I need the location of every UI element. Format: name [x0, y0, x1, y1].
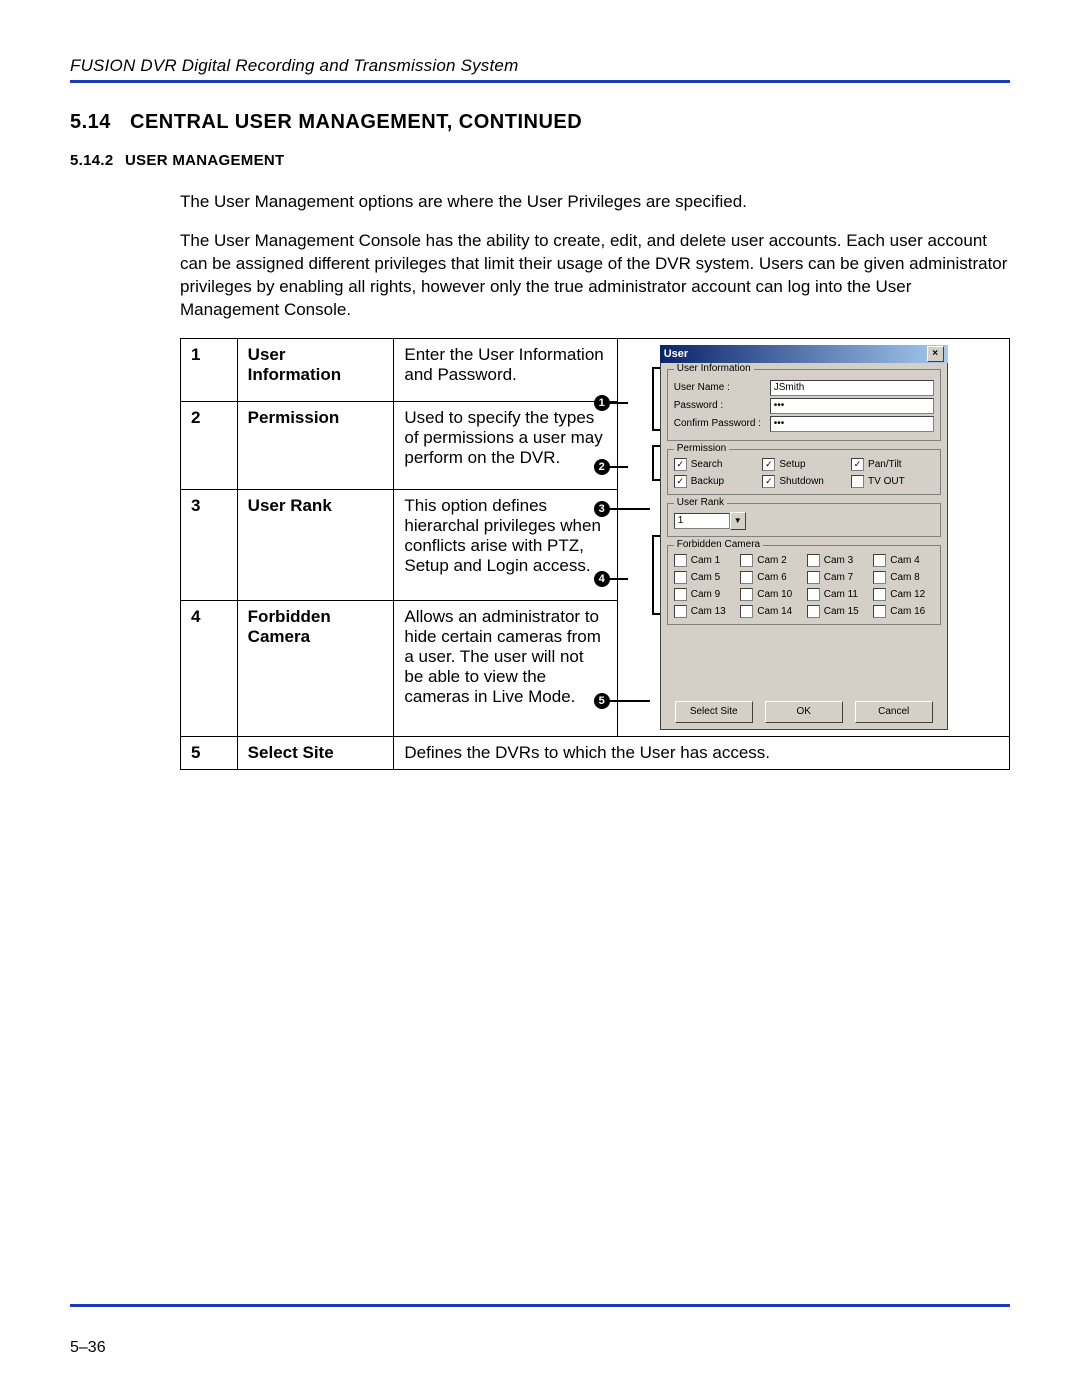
perm-tvout[interactable]: TV OUT — [851, 475, 934, 488]
def-num: 1 — [181, 338, 238, 402]
user-dialog: User × User Information User Name : JSmit… — [660, 345, 948, 730]
page-number: 5–36 — [70, 1339, 106, 1357]
callout-5: 5 — [594, 693, 610, 709]
legend-user-info: User Information — [674, 363, 754, 374]
definition-table: 1 User Information Enter the User Inform… — [180, 338, 1010, 770]
subsection-number: 5.14.2 — [70, 152, 125, 169]
def-desc: Defines the DVRs to which the User has a… — [394, 736, 1010, 769]
bottom-rule — [70, 1304, 1010, 1307]
cam-3[interactable]: Cam 3 — [807, 554, 868, 567]
cam-14[interactable]: Cam 14 — [740, 605, 801, 618]
subsection-title-text: USER MANAGEMENT — [125, 152, 285, 169]
group-user-information: User Information User Name :JSmith Passw… — [667, 369, 941, 441]
group-forbidden-camera: Forbidden Camera Cam 1 Cam 2 Cam 3 Cam 4… — [667, 545, 941, 625]
user-rank-select[interactable]: 1 ▼ — [674, 512, 746, 530]
cam-8[interactable]: Cam 8 — [873, 571, 934, 584]
doc-header: FUSION DVR Digital Recording and Transmi… — [70, 56, 1010, 76]
password-field[interactable]: ••• — [770, 398, 934, 414]
dialog-title: User — [664, 348, 688, 360]
def-num: 4 — [181, 601, 238, 736]
callout-1: 1 — [594, 395, 610, 411]
subsection-heading: 5.14.2USER MANAGEMENT — [70, 152, 1010, 169]
callout-2: 2 — [594, 459, 610, 475]
def-num: 2 — [181, 402, 238, 490]
close-icon[interactable]: × — [927, 346, 944, 362]
label-username: User Name : — [674, 382, 764, 393]
chevron-down-icon[interactable]: ▼ — [730, 512, 746, 530]
top-rule — [70, 80, 1010, 83]
def-num: 3 — [181, 489, 238, 600]
section-title-text: CENTRAL USER MANAGEMENT, CONTINUED — [130, 111, 582, 133]
dialog-titlebar: User × — [660, 345, 948, 363]
def-term: User Rank — [237, 489, 394, 600]
callout-4: 4 — [594, 571, 610, 587]
confirm-password-field[interactable]: ••• — [770, 416, 934, 432]
cam-16[interactable]: Cam 16 — [873, 605, 934, 618]
section-heading: 5.14CENTRAL USER MANAGEMENT, CONTINUED — [70, 111, 1010, 134]
cam-9[interactable]: Cam 9 — [674, 588, 735, 601]
perm-search[interactable]: ✓Search — [674, 458, 757, 471]
screenshot-cell: 1 2 3 4 5 User × — [617, 338, 1009, 736]
select-site-button[interactable]: Select Site — [675, 701, 753, 723]
perm-pantilt[interactable]: ✓Pan/Tilt — [851, 458, 934, 471]
label-password: Password : — [674, 400, 764, 411]
ok-button[interactable]: OK — [765, 701, 843, 723]
perm-shutdown[interactable]: ✓Shutdown — [762, 475, 845, 488]
cam-5[interactable]: Cam 5 — [674, 571, 735, 584]
table-row: 5 Select Site Defines the DVRs to which … — [181, 736, 1010, 769]
cam-11[interactable]: Cam 11 — [807, 588, 868, 601]
cam-13[interactable]: Cam 13 — [674, 605, 735, 618]
perm-backup[interactable]: ✓Backup — [674, 475, 757, 488]
intro-paragraph-2: The User Management Console has the abil… — [180, 230, 1010, 322]
cam-10[interactable]: Cam 10 — [740, 588, 801, 601]
username-field[interactable]: JSmith — [770, 380, 934, 396]
def-desc: Allows an administrator to hide certain … — [394, 601, 617, 736]
cam-1[interactable]: Cam 1 — [674, 554, 735, 567]
legend-permission: Permission — [674, 443, 729, 454]
group-permission: Permission ✓Search ✓Setup ✓Pan/Tilt ✓Bac… — [667, 449, 941, 495]
cam-6[interactable]: Cam 6 — [740, 571, 801, 584]
def-desc: Used to specify the types of permissions… — [394, 402, 617, 490]
cam-12[interactable]: Cam 12 — [873, 588, 934, 601]
group-user-rank: User Rank 1 ▼ — [667, 503, 941, 537]
legend-forbidden-camera: Forbidden Camera — [674, 539, 763, 550]
user-rank-value: 1 — [674, 513, 730, 529]
cam-4[interactable]: Cam 4 — [873, 554, 934, 567]
cam-7[interactable]: Cam 7 — [807, 571, 868, 584]
label-confirm-password: Confirm Password : — [674, 418, 764, 429]
def-term: Select Site — [237, 736, 394, 769]
table-row: 1 User Information Enter the User Inform… — [181, 338, 1010, 402]
section-number: 5.14 — [70, 111, 130, 134]
def-num: 5 — [181, 736, 238, 769]
def-term: Forbidden Camera — [237, 601, 394, 736]
legend-user-rank: User Rank — [674, 497, 727, 508]
callout-3: 3 — [594, 501, 610, 517]
cam-2[interactable]: Cam 2 — [740, 554, 801, 567]
cancel-button[interactable]: Cancel — [855, 701, 933, 723]
def-term: User Information — [237, 338, 394, 402]
def-desc: This option defines hierarchal privilege… — [394, 489, 617, 600]
def-desc: Enter the User Information and Password. — [394, 338, 617, 402]
cam-15[interactable]: Cam 15 — [807, 605, 868, 618]
intro-paragraph-1: The User Management options are where th… — [180, 191, 1010, 214]
perm-setup[interactable]: ✓Setup — [762, 458, 845, 471]
def-term: Permission — [237, 402, 394, 490]
